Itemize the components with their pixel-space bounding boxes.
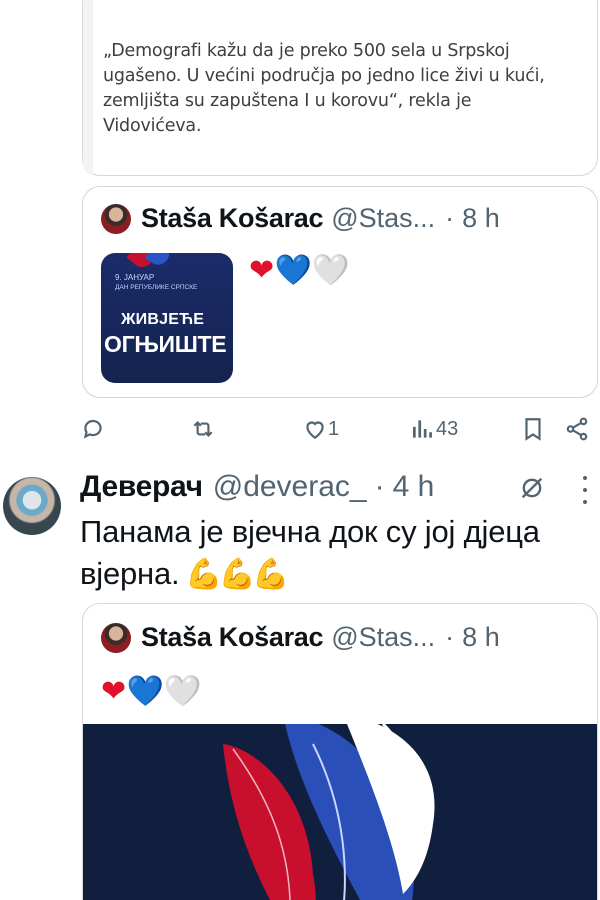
tweet-header: Деверач @deverac_ · 4 h xyxy=(80,470,434,504)
card-accent-bar xyxy=(83,0,93,175)
views-count: 43 xyxy=(436,417,459,440)
separator-dot: · xyxy=(374,470,385,503)
timestamp[interactable]: 8 h xyxy=(462,622,500,653)
thumb-date-text: 9. ЈАНУАР xyxy=(115,273,155,282)
blue-heart-emoji: 💙 xyxy=(126,675,163,708)
timestamp[interactable]: 4 h xyxy=(393,470,435,504)
media-image[interactable] xyxy=(83,724,597,900)
flag-leaves-graphic xyxy=(223,724,435,900)
retweet-icon xyxy=(193,420,213,438)
more-options-icon[interactable] xyxy=(580,476,590,504)
article-preview-card[interactable]: „Demografi kažu da je preko 500 sela u S… xyxy=(82,0,598,176)
share-icon xyxy=(566,417,588,441)
timestamp[interactable]: 8 h xyxy=(462,203,500,234)
red-heart-emoji: ❤ xyxy=(101,675,126,708)
red-heart-emoji: ❤ xyxy=(249,254,274,287)
bookmark-icon xyxy=(525,418,541,441)
bookmark-button[interactable] xyxy=(520,416,546,442)
author-handle[interactable]: @Stas... xyxy=(331,622,435,653)
retweet-button[interactable] xyxy=(190,416,216,442)
separator-dot: · xyxy=(445,622,455,652)
tweet-body: Панама је вјечна док су јој дјеца вјерна… xyxy=(80,514,540,591)
leaf-blue-shape xyxy=(144,253,174,269)
white-heart-emoji: 🤍 xyxy=(164,675,201,708)
author-name[interactable]: Staša Košarac xyxy=(141,203,324,234)
avatar[interactable] xyxy=(3,477,61,535)
author-handle[interactable]: @Stas... xyxy=(331,203,435,234)
white-heart-emoji: 🤍 xyxy=(312,254,349,287)
thumb-subtitle-text: ДАН РЕПУБЛИКЕ СРПСКЕ xyxy=(115,284,198,291)
thumb-headline-2: ОГЊИШТЕ xyxy=(104,331,227,357)
views-chart-icon xyxy=(412,420,432,438)
blue-heart-emoji: 💙 xyxy=(274,254,311,287)
quoted-tweet[interactable]: Staša Košarac @Stas... · 8 h ❤ 💙 🤍 xyxy=(82,603,598,900)
separator-dot: · xyxy=(445,203,455,233)
tweet-text: Панама је вјечна док су јој дјеца вјерна… xyxy=(80,511,600,596)
tweet-action-bar: 1 43 xyxy=(80,416,600,446)
heart-icon xyxy=(306,421,324,439)
quoted-tweet-header: Staša Košarac @Stas... · 8 h xyxy=(101,622,500,653)
reply-icon xyxy=(83,419,102,439)
thumb-headline-1: ЖИВЈЕЋЕ xyxy=(121,311,205,328)
like-button[interactable]: 1 xyxy=(302,416,339,442)
views-button[interactable]: 43 xyxy=(410,416,458,442)
flexed-biceps-emoji: 💪💪💪 xyxy=(185,558,289,591)
reply-button[interactable] xyxy=(80,416,106,442)
avatar[interactable] xyxy=(101,622,131,653)
author-name[interactable]: Staša Košarac xyxy=(141,622,324,653)
media-thumbnail[interactable]: 9. ЈАНУАР ДАН РЕПУБЛИКЕ СРПСКЕ ЖИВЈЕЋЕ О… xyxy=(101,253,233,383)
heart-emojis: ❤ 💙 🤍 xyxy=(249,253,350,288)
quoted-tweet-header: Staša Košarac @Stas... · 8 h xyxy=(101,203,500,234)
author-handle[interactable]: @deverac_ xyxy=(213,470,367,504)
share-button[interactable] xyxy=(564,416,590,442)
article-text: „Demografi kažu da je preko 500 sela u S… xyxy=(103,41,545,136)
grok-icon[interactable] xyxy=(518,474,546,502)
like-count: 1 xyxy=(328,417,340,440)
author-name[interactable]: Деверач xyxy=(80,470,203,504)
heart-emojis: ❤ 💙 🤍 xyxy=(101,674,202,709)
quoted-tweet[interactable]: Staša Košarac @Stas... · 8 h 9. ЈАНУАР Д… xyxy=(82,186,598,398)
avatar[interactable] xyxy=(101,203,131,234)
